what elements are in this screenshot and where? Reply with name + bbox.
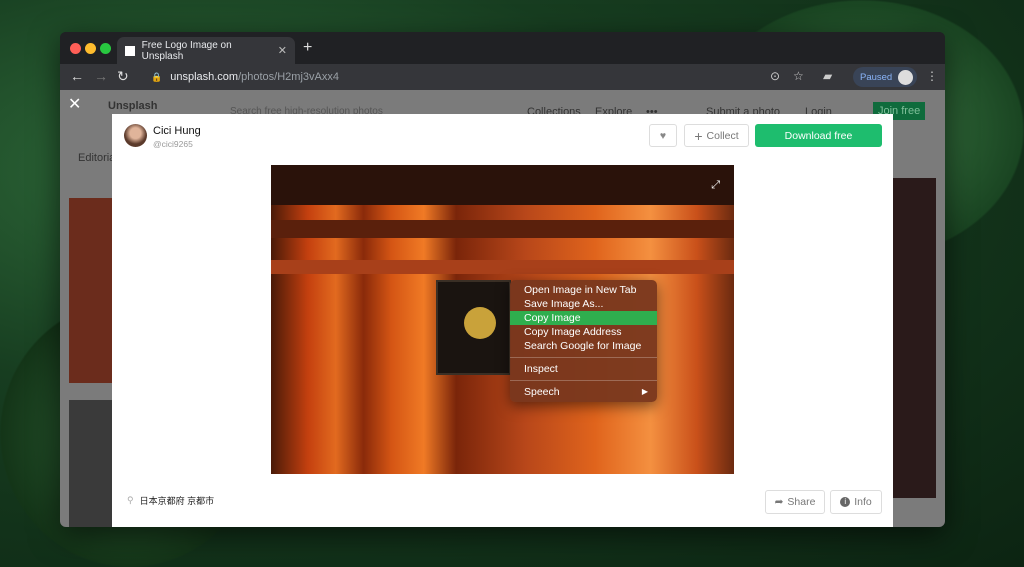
profile-status: Paused <box>860 71 893 83</box>
collect-label: Collect <box>706 129 739 142</box>
expand-icon[interactable]: ⤢ <box>711 179 720 192</box>
bookmark-star-icon[interactable]: ☆ <box>793 69 804 83</box>
share-label: Share <box>787 496 816 508</box>
minimize-window-button[interactable] <box>85 43 96 54</box>
avatar <box>898 69 914 85</box>
url-path: /photos/H2mj3vAxx4 <box>238 71 339 83</box>
lock-icon: 🔒 <box>151 71 163 82</box>
photo-detail <box>436 280 511 375</box>
menu-item-open-image-new-tab[interactable]: Open Image in New Tab <box>510 283 657 297</box>
forward-icon[interactable]: → <box>94 68 108 84</box>
info-icon: i <box>840 497 851 507</box>
menu-item-inspect[interactable]: Inspect <box>510 362 657 376</box>
profile-button[interactable]: Paused <box>853 67 917 87</box>
location-pin-icon: ⚲ <box>127 495 134 505</box>
menu-kebab-icon[interactable]: ⋮ <box>926 69 938 83</box>
download-button[interactable]: Download free <box>755 124 882 147</box>
url-domain: unsplash.com <box>170 71 239 83</box>
close-window-button[interactable] <box>70 43 81 54</box>
location-label: 日本京都府 京都市 <box>139 496 215 506</box>
menu-item-copy-image[interactable]: Copy Image <box>510 311 657 325</box>
context-menu: Open Image in New Tab Save Image As... C… <box>510 280 657 402</box>
author-handle: @cici9265 <box>153 139 193 149</box>
like-button[interactable]: ♥ <box>649 124 677 147</box>
author-avatar[interactable] <box>124 124 147 147</box>
back-icon[interactable]: ← <box>70 68 84 84</box>
address-bar[interactable]: 🔒 unsplash.com/photos/H2mj3vAxx4 <box>145 66 765 88</box>
share-icon: ➦ <box>774 496 784 508</box>
lens-icon[interactable]: ⊙ <box>770 69 780 83</box>
page-content: ✕ Unsplash Search free high-resolution p… <box>60 90 945 527</box>
collect-button[interactable]: + Collect <box>684 124 749 147</box>
plus-icon: + <box>694 127 703 144</box>
photo-detail <box>271 260 734 274</box>
photo-detail <box>271 220 734 238</box>
menu-item-speech[interactable]: Speech <box>510 385 657 399</box>
menu-item-copy-image-address[interactable]: Copy Image Address <box>510 325 657 339</box>
heart-icon: ♥ <box>659 129 667 142</box>
menu-divider <box>510 357 657 358</box>
share-button[interactable]: ➦ Share <box>765 490 825 514</box>
photo-thumbnail[interactable] <box>69 198 112 383</box>
brand-name: Unsplash <box>108 100 158 112</box>
unsplash-favicon-icon <box>125 45 135 56</box>
maximize-window-button[interactable] <box>100 43 111 54</box>
info-label: Info <box>854 496 872 508</box>
tab-bar: Free Logo Image on Unsplash ✕ + <box>60 32 945 64</box>
photo-thumbnail[interactable] <box>69 400 112 527</box>
menu-item-save-image-as[interactable]: Save Image As... <box>510 297 657 311</box>
browser-window: Free Logo Image on Unsplash ✕ + ← → ↻ 🔒 … <box>60 32 945 527</box>
menu-divider <box>510 380 657 381</box>
submenu-arrow-icon: ▶ <box>641 387 648 396</box>
info-button[interactable]: i Info <box>830 490 882 514</box>
menu-item-search-google-image[interactable]: Search Google for Image <box>510 339 657 353</box>
reload-icon[interactable]: ↻ <box>117 68 129 85</box>
close-tab-icon[interactable]: ✕ <box>278 44 287 57</box>
browser-tab[interactable]: Free Logo Image on Unsplash ✕ <box>117 37 295 64</box>
location[interactable]: ⚲ 日本京都府 京都市 <box>127 494 214 507</box>
photo-thumbnail[interactable] <box>893 178 936 498</box>
author-name[interactable]: Cici Hung <box>153 125 201 137</box>
browser-toolbar: ← → ↻ 🔒 unsplash.com/photos/H2mj3vAxx4 ⊙… <box>60 64 945 90</box>
photo-image[interactable]: ⤢ <box>271 165 734 474</box>
tab-title: Free Logo Image on Unsplash <box>141 39 232 62</box>
photo-modal: Cici Hung @cici9265 ♥ + Collect Download … <box>112 114 893 527</box>
photo-detail <box>271 165 734 205</box>
close-modal-icon[interactable]: ✕ <box>68 94 81 114</box>
extension-icon[interactable]: ▰ <box>823 69 832 83</box>
new-tab-button[interactable]: + <box>303 39 312 57</box>
